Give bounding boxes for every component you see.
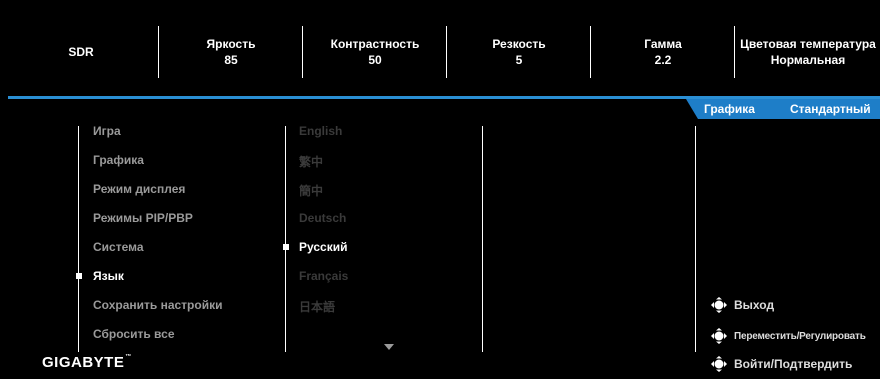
language-option-russian[interactable]: Русский	[299, 240, 348, 254]
header-value: Нормальная	[770, 53, 846, 67]
tab-graphics[interactable]: Графика	[704, 102, 755, 116]
language-selection-marker	[283, 244, 289, 250]
header-item-contrast: Контрастность 50	[304, 8, 446, 96]
menu-item-game[interactable]: Игра	[93, 124, 121, 138]
header-label: Гамма	[644, 37, 682, 51]
language-option-french[interactable]: Français	[299, 269, 348, 283]
language-option-simplified-chinese[interactable]: 簡中	[299, 182, 323, 199]
header-label: Цветовая температура	[740, 37, 876, 51]
logo-text: GIGABYTE	[42, 354, 125, 371]
menu-item-display-mode[interactable]: Режим дисплея	[93, 182, 185, 196]
joystick-icon	[708, 296, 730, 314]
hint-exit: Выход	[708, 296, 774, 314]
header-item-brightness: Яркость 85	[160, 8, 302, 96]
header-item-color-temp: Цветовая температура Нормальная	[736, 8, 880, 96]
header-divider	[302, 26, 303, 78]
menu-selection-marker	[76, 273, 82, 279]
menu-column-line	[78, 126, 79, 352]
hint-move-adjust: Переместить/Регулировать	[708, 327, 866, 345]
hint-enter-confirm: Войти/Подтвердить	[708, 355, 852, 373]
joystick-icon	[708, 355, 730, 373]
tab-preset[interactable]: Стандартный	[790, 102, 871, 116]
header-value: 85	[224, 53, 238, 67]
gigabyte-logo: GIGABYTE™	[42, 354, 132, 371]
hint-column-line	[695, 126, 696, 352]
language-option-traditional-chinese[interactable]: 繁中	[299, 153, 323, 170]
header-label: Яркость	[206, 37, 256, 51]
hint-move-label: Переместить/Регулировать	[734, 330, 866, 342]
language-option-japanese[interactable]: 日本語	[299, 298, 335, 315]
hint-exit-label: Выход	[734, 298, 775, 312]
menu-item-pip-pbp[interactable]: Режимы PIP/PBP	[93, 211, 193, 225]
option-column-line	[482, 126, 483, 352]
header-item-sharpness: Резкость 5	[448, 8, 590, 96]
header-value: 50	[368, 53, 382, 67]
logo-trademark: ™	[125, 354, 132, 360]
header-divider	[590, 26, 591, 78]
osd-frame: SDR Яркость 85 Контрастность 50 Резкость…	[8, 8, 880, 379]
joystick-icon	[708, 327, 730, 345]
header-label: SDR	[68, 45, 94, 59]
header-item-sdr: SDR	[8, 8, 154, 96]
header-divider	[158, 26, 159, 78]
header-accent-line	[8, 96, 880, 99]
header-item-gamma: Гамма 2.2	[592, 8, 734, 96]
header-label: Резкость	[492, 37, 546, 51]
header-value: 5	[515, 53, 523, 67]
menu-item-save-settings[interactable]: Сохранить настройки	[93, 298, 222, 312]
menu-item-reset-all[interactable]: Сбросить все	[93, 327, 175, 341]
menu-item-graphics[interactable]: Графика	[93, 153, 144, 167]
header-value: 2.2	[654, 53, 672, 67]
language-option-english[interactable]: English	[299, 124, 342, 138]
chevron-down-icon[interactable]	[384, 344, 394, 350]
language-option-german[interactable]: Deutsch	[299, 211, 346, 225]
hint-enter-label: Войти/Подтвердить	[734, 357, 853, 371]
header-label: Контрастность	[330, 37, 420, 51]
language-column-line	[285, 126, 286, 352]
menu-item-system[interactable]: Система	[93, 240, 144, 254]
header-divider	[734, 26, 735, 78]
header-divider	[446, 26, 447, 78]
menu-item-language[interactable]: Язык	[93, 269, 124, 283]
status-header: SDR Яркость 85 Контрастность 50 Резкость…	[8, 8, 880, 96]
